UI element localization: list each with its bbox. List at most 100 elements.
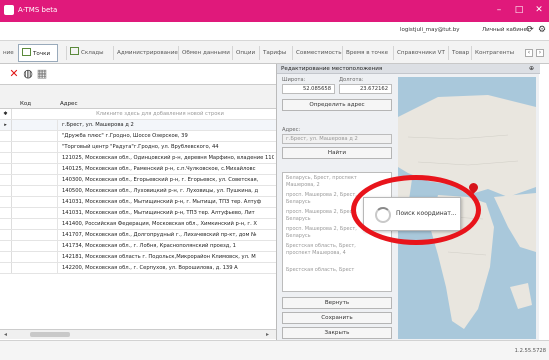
refresh-icon[interactable]: ⟳: [525, 25, 535, 35]
cell-address[interactable]: 121025, Московская обл., Одинцовский р-н…: [62, 153, 274, 163]
tab-tariffs[interactable]: Тарифы: [259, 46, 286, 60]
cell-code[interactable]: [12, 142, 58, 152]
cell-code[interactable]: [12, 197, 58, 207]
tab-contractors[interactable]: Контрагенты: [471, 46, 514, 60]
cell-code[interactable]: [12, 153, 58, 163]
tab-strip: ние Точки Склады Администрирование Обмен…: [0, 40, 549, 64]
tab-goods[interactable]: Товар: [448, 46, 469, 60]
tab-options[interactable]: Опции: [232, 46, 255, 60]
tab-points[interactable]: Точки: [18, 44, 58, 62]
longitude-label: Долгота:: [339, 77, 364, 83]
table-row[interactable]: 140125, Московская обл., Раменский р-н, …: [0, 164, 276, 175]
warehouse-tab-icon: [70, 47, 79, 55]
return-button[interactable]: Вернуть: [282, 297, 392, 309]
result-item[interactable]: Брестская область, Брест: [286, 267, 366, 274]
determine-address-button[interactable]: Определить адрес: [282, 99, 392, 111]
result-item[interactable]: просп. Машерова 2, Брест, Беларусь: [286, 226, 366, 240]
table-row[interactable]: 140300, Московская обл., Егорьевский р-н…: [0, 175, 276, 186]
new-row[interactable]: ✱ Кликните здесь для добавления новой ст…: [0, 109, 276, 120]
table-row[interactable]: ▸ г.Брест, ул. Машерова д 2: [0, 120, 276, 131]
user-bar: logistjuli_may@tut.by Личный кабинет ⟳ ⚙: [0, 22, 549, 40]
tab-warehouses[interactable]: Склады: [66, 46, 110, 60]
tab-scroll-right-icon[interactable]: ›: [536, 49, 544, 57]
table-row[interactable]: 141734, Московская обл., г. Лобня, Красн…: [0, 241, 276, 252]
tab-data-exchange[interactable]: Обмен данными: [178, 46, 230, 60]
cell-address[interactable]: 141031, Московская обл., Мытищинский р-н…: [62, 197, 274, 207]
scroll-right-icon[interactable]: ▸: [266, 331, 269, 338]
result-item[interactable]: Брестская область, Брест, проспект Машер…: [286, 243, 366, 257]
tab-scroll-left-icon[interactable]: ‹: [525, 49, 533, 57]
cell-code[interactable]: [12, 219, 58, 229]
cell-address[interactable]: 140300, Московская обл., Егорьевский р-н…: [62, 175, 274, 185]
tab-partial[interactable]: ние: [0, 46, 14, 60]
find-button[interactable]: Найти: [282, 147, 392, 159]
cell-address[interactable]: 142181, Московская область г. Подольск,М…: [62, 252, 274, 262]
cell-code[interactable]: [12, 186, 58, 196]
latitude-field[interactable]: 52.085658: [282, 84, 335, 94]
maximize-button[interactable]: □: [512, 4, 526, 16]
cell-address[interactable]: 140500, Московская обл., Луховицкий р-н,…: [62, 186, 274, 196]
cell-code[interactable]: [12, 230, 58, 240]
grid-toolbar: ✕ ◍ ▦: [0, 64, 276, 84]
cell-address[interactable]: "Дружба плюс" г.Гродно, Шоссе Озерское, …: [62, 131, 274, 141]
cell-address[interactable]: 140125, Московская обл., Раменский р-н, …: [62, 164, 274, 174]
scroll-thumb[interactable]: [30, 332, 70, 337]
table-row[interactable]: "Дружба плюс" г.Гродно, Шоссе Озерское, …: [0, 131, 276, 142]
tab-vt-directories[interactable]: Справочники VT: [393, 46, 445, 60]
close-window-button[interactable]: ✕: [532, 4, 546, 16]
cell-address[interactable]: г.Брест, ул. Машерова д 2: [62, 120, 274, 130]
cell-address[interactable]: 141707, Московская обл., Долгопрудный г.…: [62, 230, 274, 240]
cell-address[interactable]: 141734, Московская обл., г. Лобня, Красн…: [62, 241, 274, 251]
globe-icon[interactable]: ◍: [22, 68, 34, 80]
cell-address[interactable]: 142200, Московская обл., г. Серпухов, ул…: [62, 263, 274, 273]
cell-address[interactable]: 141400, Российская Федерация, Московская…: [62, 219, 274, 229]
longitude-field[interactable]: 23.672162: [339, 84, 392, 94]
cell-code[interactable]: [12, 164, 58, 174]
row-indicator: [0, 153, 12, 163]
address-label: Адрес:: [282, 127, 301, 133]
tab-warehouses-label: Склады: [81, 50, 104, 56]
table-row[interactable]: 141707, Московская обл., Долгопрудный г.…: [0, 230, 276, 241]
app-logo-icon: [4, 5, 14, 15]
save-button[interactable]: Сохранить: [282, 312, 392, 324]
cell-address[interactable]: 141031, Московская обл., Мытищинский р-н…: [62, 208, 274, 218]
cell-code[interactable]: [12, 263, 58, 273]
tab-administration[interactable]: Администрирование: [113, 46, 178, 60]
cell-code[interactable]: [12, 131, 58, 141]
horizontal-scrollbar[interactable]: ◂ ▸: [0, 329, 276, 339]
row-indicator: [0, 219, 12, 229]
cell-code[interactable]: [12, 241, 58, 251]
minimize-button[interactable]: –: [492, 4, 506, 16]
scroll-left-icon[interactable]: ◂: [4, 331, 7, 338]
table-row[interactable]: "Торговый центр "Радуга"г.Гродно, ул. Вр…: [0, 142, 276, 153]
delete-icon[interactable]: ✕: [8, 68, 20, 80]
cell-code[interactable]: [12, 175, 58, 185]
points-grid: Код Адрес ✱ Кликните здесь для добавлени…: [0, 84, 276, 339]
row-indicator-icon: ▸: [0, 120, 12, 130]
settings-icon[interactable]: ⚙: [537, 25, 547, 35]
pin-icon[interactable]: ⊕: [529, 64, 534, 74]
table-row[interactable]: 140500, Московская обл., Луховицкий р-н,…: [0, 186, 276, 197]
column-address-header[interactable]: Адрес: [60, 101, 77, 107]
result-item[interactable]: Беларусь, Брест, проспект Машерова, 2: [286, 175, 366, 189]
table-row[interactable]: 141031, Московская обл., Мытищинский р-н…: [0, 197, 276, 208]
personal-cabinet-link[interactable]: Личный кабинет: [482, 27, 530, 33]
row-indicator: [0, 164, 12, 174]
row-indicator: [0, 230, 12, 240]
table-row[interactable]: 141031, Московская обл., Мытищинский р-н…: [0, 208, 276, 219]
address-field[interactable]: г.Брест, ул. Машерова д 2: [282, 134, 392, 144]
table-row[interactable]: 121025, Московская обл., Одинцовский р-н…: [0, 153, 276, 164]
table-row[interactable]: 141400, Российская Федерация, Московская…: [0, 219, 276, 230]
cell-code[interactable]: [12, 120, 58, 130]
column-code-header[interactable]: Код: [20, 101, 31, 107]
cell-address[interactable]: "Торговый центр "Радуга"г.Гродно, ул. Вр…: [62, 142, 274, 152]
close-button[interactable]: Закрыть: [282, 327, 392, 339]
cell-code[interactable]: [12, 208, 58, 218]
table-row[interactable]: 142200, Московская обл., г. Серпухов, ул…: [0, 263, 276, 274]
table-row[interactable]: 142181, Московская область г. Подольск,М…: [0, 252, 276, 263]
tab-time-at-point[interactable]: Время в точке: [342, 46, 388, 60]
cell-code[interactable]: [12, 252, 58, 262]
tab-compatibility[interactable]: Совместимость: [292, 46, 342, 60]
group-panel: [0, 85, 276, 99]
grid-icon[interactable]: ▦: [36, 68, 48, 80]
